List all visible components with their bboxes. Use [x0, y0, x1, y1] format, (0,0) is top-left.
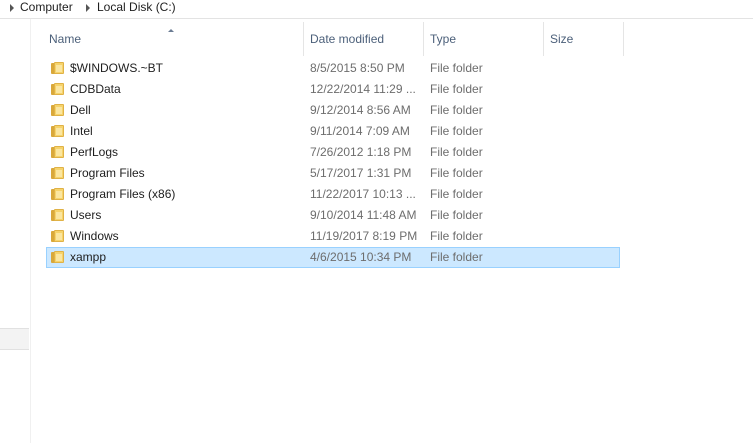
file-type: File folder: [430, 124, 483, 138]
file-name: xampp: [70, 250, 107, 264]
column-header-type-label: Type: [430, 32, 457, 46]
file-name: Windows: [70, 229, 119, 243]
chevron-right-icon[interactable]: [86, 4, 90, 12]
file-date-modified: 5/17/2017 1:31 PM: [310, 166, 412, 180]
file-date-modified: 11/22/2017 10:13 ...: [310, 187, 416, 201]
file-name: Dell: [70, 103, 91, 117]
file-date-modified: 7/26/2012 1:18 PM: [310, 145, 412, 159]
file-type: File folder: [430, 208, 483, 222]
folder-icon: [51, 62, 65, 74]
folder-icon: [51, 251, 65, 263]
file-date-modified: 9/10/2014 11:48 AM: [310, 208, 417, 222]
folder-icon: [51, 209, 65, 221]
nav-pane-item[interactable]: [0, 328, 29, 350]
file-row[interactable]: Users 9/10/2014 11:48 AM File folder: [46, 205, 620, 226]
file-type: File folder: [430, 250, 483, 264]
file-name: CDBData: [70, 82, 121, 96]
breadcrumb: Computer Local Disk (C:): [0, 0, 753, 19]
file-row[interactable]: $WINDOWS.~BT 8/5/2015 8:50 PM File folde…: [46, 58, 620, 79]
breadcrumb-item-computer[interactable]: Computer: [20, 0, 73, 15]
file-type: File folder: [430, 187, 483, 201]
file-row[interactable]: Program Files (x86) 11/22/2017 10:13 ...…: [46, 184, 620, 205]
file-name: $WINDOWS.~BT: [70, 61, 164, 75]
folder-icon: [51, 188, 65, 200]
column-header-date-label: Date modified: [310, 32, 385, 46]
column-header-size-label: Size: [550, 32, 574, 46]
folder-icon: [51, 104, 65, 116]
file-name: Program Files: [70, 166, 145, 180]
column-header-size[interactable]: Size: [544, 22, 624, 56]
file-row[interactable]: Intel 9/11/2014 7:09 AM File folder: [46, 121, 620, 142]
file-type: File folder: [430, 82, 483, 96]
file-row[interactable]: PerfLogs 7/26/2012 1:18 PM File folder: [46, 142, 620, 163]
folder-icon: [51, 83, 65, 95]
file-type: File folder: [430, 166, 483, 180]
file-row[interactable]: Dell 9/12/2014 8:56 AM File folder: [46, 100, 620, 121]
file-type: File folder: [430, 145, 483, 159]
file-type: File folder: [430, 61, 483, 75]
file-date-modified: 9/11/2014 7:09 AM: [310, 124, 410, 138]
folder-icon: [51, 125, 65, 137]
file-name: PerfLogs: [70, 145, 119, 159]
file-date-modified: 4/6/2015 10:34 PM: [310, 250, 412, 264]
sort-ascending-icon: [168, 29, 174, 32]
chevron-right-icon[interactable]: [10, 4, 14, 12]
file-date-modified: 8/5/2015 8:50 PM: [310, 61, 405, 75]
navigation-pane[interactable]: [0, 19, 31, 443]
file-date-modified: 12/22/2014 11:29 ...: [310, 82, 416, 96]
file-row-selected[interactable]: xampp 4/6/2015 10:34 PM File folder: [46, 247, 620, 268]
file-row[interactable]: CDBData 12/22/2014 11:29 ... File folder: [46, 79, 620, 100]
file-explorer-window: Computer Local Disk (C:) Name Date modif…: [0, 0, 753, 443]
file-type: File folder: [430, 103, 483, 117]
column-header-date-modified[interactable]: Date modified: [304, 22, 424, 56]
column-header-name-label: Name: [49, 32, 82, 46]
file-date-modified: 11/19/2017 8:19 PM: [310, 229, 418, 243]
breadcrumb-item-local-disk[interactable]: Local Disk (C:): [97, 0, 176, 15]
column-header-name[interactable]: Name: [43, 22, 304, 56]
file-name: Intel: [70, 124, 93, 138]
folder-icon: [51, 230, 65, 242]
file-date-modified: 9/12/2014 8:56 AM: [310, 103, 411, 117]
folder-icon: [51, 146, 65, 158]
file-type: File folder: [430, 229, 483, 243]
file-row[interactable]: Windows 11/19/2017 8:19 PM File folder: [46, 226, 620, 247]
folder-icon: [51, 167, 65, 179]
file-row[interactable]: Program Files 5/17/2017 1:31 PM File fol…: [46, 163, 620, 184]
column-header-type[interactable]: Type: [424, 22, 544, 56]
file-name: Users: [70, 208, 102, 222]
file-name: Program Files (x86): [70, 187, 176, 201]
